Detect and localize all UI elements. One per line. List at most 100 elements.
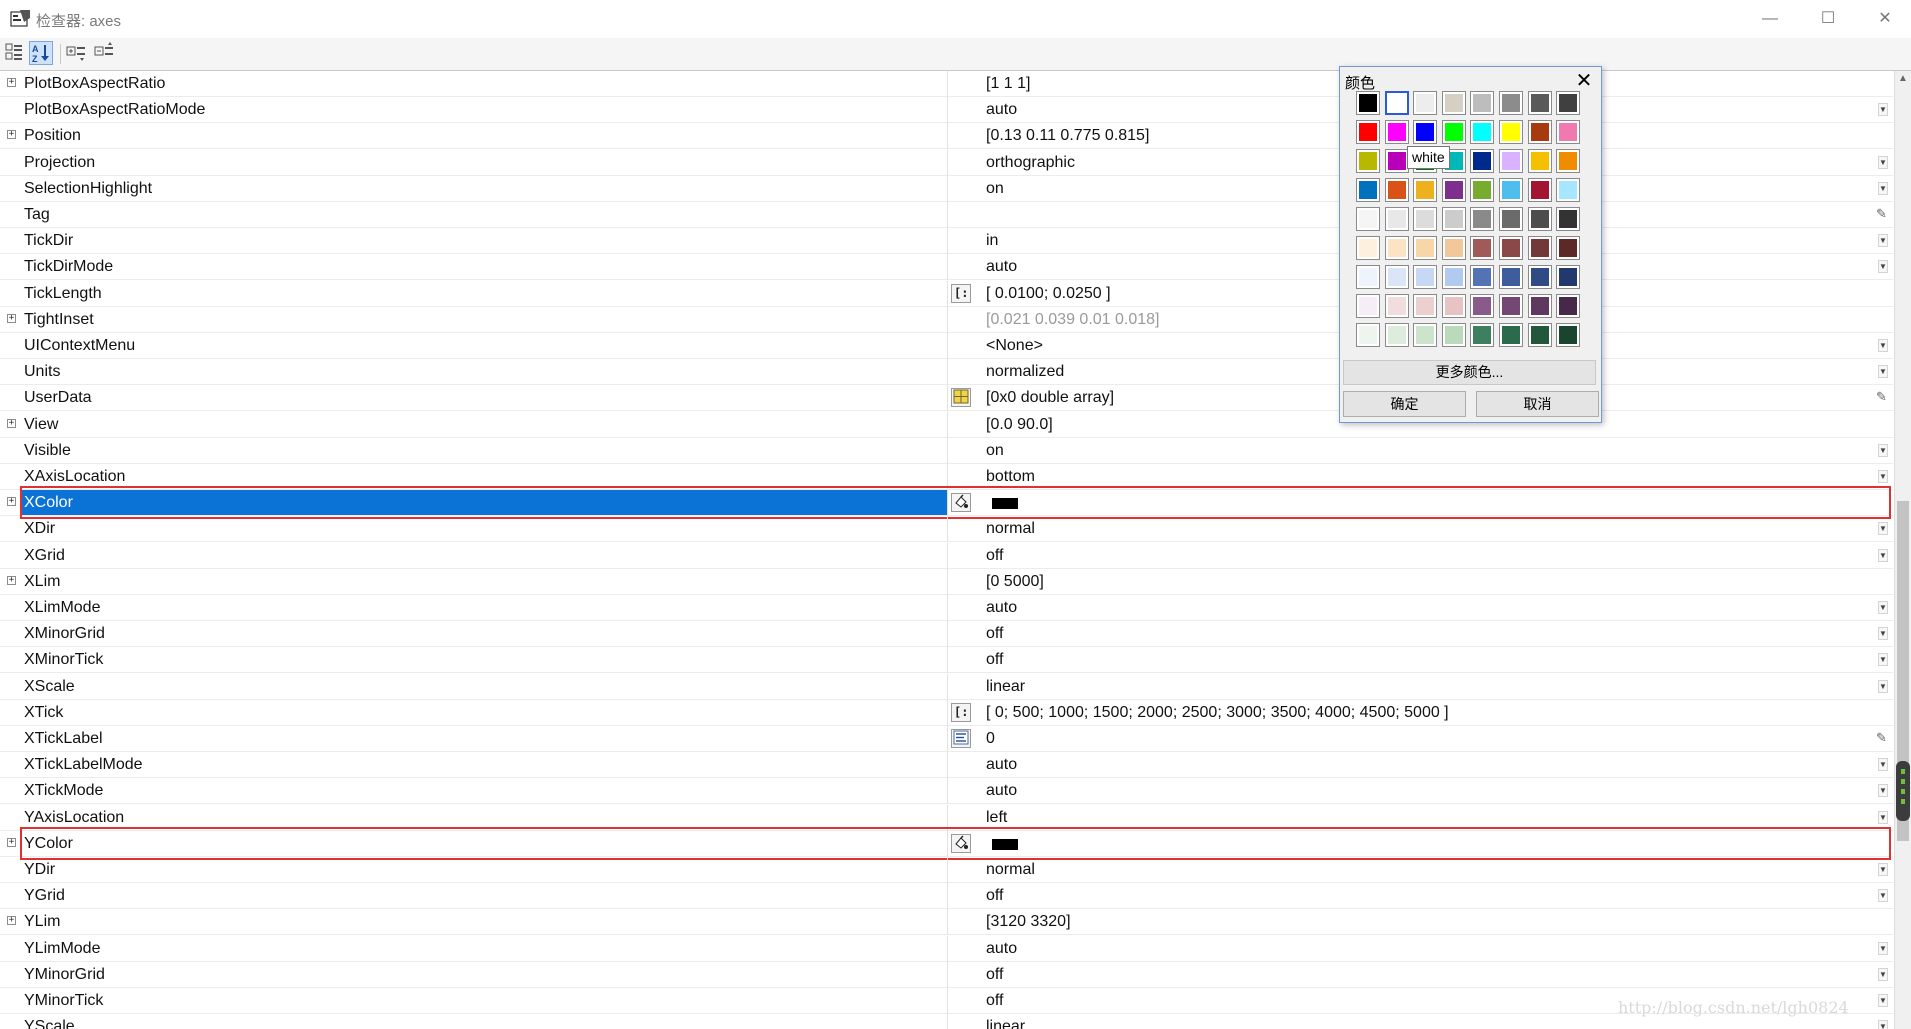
property-value[interactable]: [0.13 0.11 0.775 0.815] (986, 123, 1149, 149)
property-value[interactable]: auto (986, 752, 1017, 778)
categorize-icon[interactable] (3, 41, 27, 65)
dropdown-arrow-icon[interactable]: ▼ (1878, 522, 1888, 536)
color-cell[interactable] (1527, 236, 1552, 260)
dropdown-arrow-icon[interactable]: ▼ (1878, 234, 1888, 248)
property-row-tickdirmode[interactable]: TickDirMode auto ▼ (0, 254, 1893, 281)
color-cell[interactable] (1356, 120, 1380, 144)
dropdown-arrow-icon[interactable]: ▼ (1878, 653, 1888, 667)
dropdown-arrow-icon[interactable]: ▼ (1878, 443, 1888, 457)
property-name-cell[interactable] (20, 595, 947, 620)
color-cell[interactable] (1384, 149, 1409, 173)
property-name-cell[interactable] (20, 962, 947, 987)
dropdown-arrow-icon[interactable]: ▼ (1878, 548, 1888, 562)
color-cell[interactable] (1527, 91, 1552, 115)
property-row-xdir[interactable]: XDir normal ▼ (0, 516, 1893, 543)
expand-icon[interactable]: + (7, 130, 16, 140)
property-row-xminorgrid[interactable]: XMinorGrid off ▼ (0, 621, 1893, 648)
color-cell[interactable] (1356, 323, 1380, 347)
color-cell[interactable] (1441, 323, 1466, 347)
dropdown-arrow-icon[interactable]: ▼ (1878, 784, 1888, 798)
color-cell[interactable] (1384, 178, 1409, 202)
property-value[interactable]: <None> (986, 333, 1043, 359)
property-name-cell[interactable] (20, 412, 947, 437)
property-value[interactable]: off (986, 543, 1004, 569)
property-name-cell[interactable] (20, 752, 947, 777)
color-cell[interactable] (1356, 294, 1380, 318)
color-cell[interactable] (1384, 120, 1409, 144)
property-name-cell[interactable] (20, 123, 947, 148)
color-cell[interactable] (1499, 265, 1523, 289)
property-name-cell[interactable] (20, 674, 947, 699)
color-cell[interactable] (1356, 178, 1380, 202)
color-cell[interactable] (1413, 207, 1438, 231)
property-name-cell[interactable] (20, 281, 947, 306)
dropdown-arrow-icon[interactable]: ▼ (1878, 679, 1888, 693)
color-cell[interactable] (1470, 294, 1495, 318)
property-row-yscale[interactable]: YScale linear ▼ (0, 1014, 1893, 1029)
dropdown-arrow-icon[interactable]: ▼ (1878, 941, 1888, 955)
color-cell[interactable] (1470, 149, 1495, 173)
color-cell[interactable] (1556, 294, 1581, 318)
property-value[interactable]: [ 0.0100; 0.0250 ] (986, 281, 1111, 307)
dropdown-arrow-icon[interactable]: ▼ (1878, 365, 1888, 379)
pencil-icon[interactable]: ✎ (1876, 730, 1887, 746)
color-editor-icon[interactable] (951, 833, 971, 853)
expand-icon[interactable]: + (7, 916, 16, 926)
property-name-cell[interactable] (20, 936, 947, 961)
property-value[interactable]: left (986, 805, 1007, 831)
property-row-xtick[interactable]: XTick [:] [ 0; 500; 1000; 1500; 2000; 2500… (0, 699, 1893, 726)
property-name-cell[interactable] (20, 909, 947, 934)
maximize-button[interactable]: ☐ (1805, 6, 1851, 32)
property-row-ygrid[interactable]: YGrid off ▼ (0, 883, 1893, 910)
property-name-cell[interactable] (20, 464, 947, 489)
property-value[interactable]: linear (986, 674, 1025, 700)
property-value[interactable]: linear (986, 1014, 1025, 1029)
color-cell[interactable] (1441, 236, 1466, 260)
color-cell[interactable] (1470, 323, 1495, 347)
property-value[interactable]: in (986, 228, 998, 254)
expand-icon[interactable]: + (7, 837, 16, 847)
color-cell[interactable] (1527, 149, 1552, 173)
property-name-cell[interactable] (20, 176, 947, 201)
close-button[interactable]: ✕ (1862, 6, 1908, 32)
property-row-ylimmode[interactable]: YLimMode auto ▼ (0, 935, 1893, 962)
property-value[interactable]: auto (986, 595, 1017, 621)
property-row-yminortick[interactable]: YMinorTick off ▼ (0, 988, 1893, 1014)
color-swatch[interactable] (992, 838, 1018, 850)
property-value[interactable]: [0.0 90.0] (986, 412, 1053, 438)
array-editor-icon[interactable]: [:] (951, 702, 976, 722)
property-value[interactable]: auto (986, 97, 1017, 123)
color-cell[interactable] (1556, 236, 1581, 260)
dropdown-arrow-icon[interactable]: ▼ (1878, 627, 1888, 641)
dropdown-arrow-icon[interactable]: ▼ (1878, 103, 1888, 117)
property-row-xaxislocation[interactable]: XAxisLocation bottom ▼ (0, 464, 1893, 490)
property-row-userdata[interactable]: UserData [0x0 double array] ✎ (0, 385, 1893, 412)
color-cell[interactable] (1413, 91, 1438, 115)
property-value[interactable]: auto (986, 936, 1017, 962)
property-row-xlimmode[interactable]: XLimMode auto ▼ (0, 595, 1893, 621)
property-name-cell[interactable] (20, 438, 947, 463)
color-cell[interactable] (1413, 178, 1438, 202)
property-row-plotboxaspectratiomode[interactable]: PlotBoxAspectRatioMode auto ▼ (0, 97, 1893, 124)
property-value[interactable]: [1 1 1] (986, 71, 1030, 97)
color-cell[interactable] (1527, 323, 1552, 347)
scroll-up-icon[interactable]: ▲ (1898, 73, 1908, 84)
color-cell[interactable] (1413, 236, 1438, 260)
color-cell[interactable] (1441, 265, 1466, 289)
dropdown-arrow-icon[interactable]: ▼ (1878, 601, 1888, 614)
property-row-xcolor[interactable]: + XColor (0, 490, 1893, 517)
property-row-tightinset[interactable]: + TightInset [0.021 0.039 0.01 0.018] (0, 306, 1893, 333)
color-cell[interactable] (1356, 91, 1380, 115)
property-row-tickdir[interactable]: TickDir in ▼ (0, 228, 1893, 255)
property-row-ticklength[interactable]: TickLength [:] [ 0.0100; 0.0250 ] (0, 280, 1893, 307)
text-editor-icon[interactable] (951, 729, 971, 748)
property-row-units[interactable]: Units normalized ▼ (0, 359, 1893, 386)
color-cell[interactable] (1356, 236, 1380, 260)
property-value[interactable]: normal (986, 857, 1035, 883)
color-cell[interactable] (1527, 294, 1552, 318)
dropdown-arrow-icon[interactable]: ▼ (1878, 889, 1888, 903)
property-name-cell[interactable] (20, 621, 947, 646)
color-cell[interactable] (1499, 91, 1523, 115)
dropdown-arrow-icon[interactable]: ▼ (1878, 260, 1888, 274)
color-cell[interactable] (1556, 149, 1581, 173)
